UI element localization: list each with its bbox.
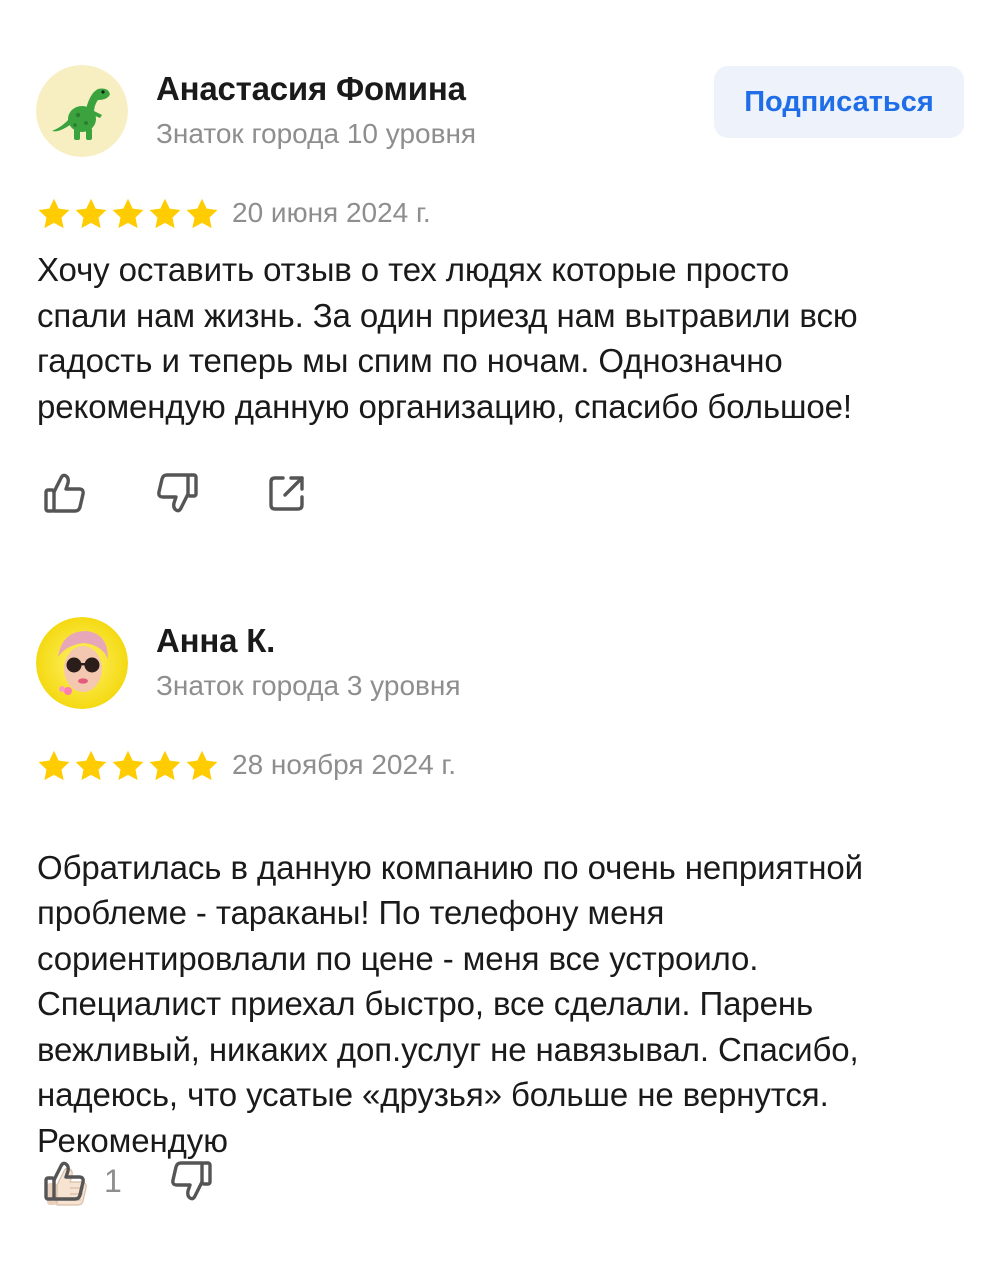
review-text: Обратилась в данную компанию по очень не… (37, 799, 977, 1211)
review-date: 20 июня 2024 г. (232, 197, 431, 228)
like-button[interactable] (40, 468, 90, 518)
share-button[interactable] (262, 468, 312, 518)
author-name[interactable]: Анна К. (156, 622, 275, 660)
author-avatar[interactable] (36, 65, 128, 157)
star-rating (36, 196, 220, 232)
dislike-button[interactable] (152, 468, 202, 518)
dinosaur-avatar (36, 65, 128, 157)
like-button[interactable] (40, 1156, 90, 1206)
star-icon (112, 750, 144, 781)
thumbs-up-icon (44, 1161, 85, 1201)
star-icon (38, 198, 70, 229)
share-icon (269, 476, 304, 511)
star-rating (36, 748, 220, 784)
star-icon (112, 198, 144, 229)
author-level: Знаток города 3 уровня (156, 670, 461, 701)
like-count: 1 (104, 1162, 122, 1199)
author-name[interactable]: Анастасия Фомина (156, 70, 466, 108)
thumbs-down-icon (170, 1161, 212, 1201)
dislike-button[interactable] (166, 1156, 216, 1206)
thumbs-down-icon (157, 473, 198, 513)
star-icon (149, 198, 181, 229)
star-icon (38, 750, 70, 781)
star-icon (149, 750, 181, 781)
review-text-body: Обратилась в данную компанию по очень не… (37, 848, 863, 1159)
review-actions (40, 468, 312, 518)
author-level: Знаток города 10 уровня (156, 118, 477, 149)
review-date: 28 ноября 2024 г. (232, 749, 456, 780)
woman-sunglasses-avatar (36, 617, 128, 709)
review-text: Хочу оставить отзыв о тех людях которые … (37, 251, 858, 425)
thumbs-up-icon (44, 473, 85, 513)
star-icon (186, 750, 218, 781)
star-icon (186, 198, 218, 229)
author-avatar[interactable] (36, 617, 128, 709)
subscribe-button[interactable]: Подписаться (714, 66, 964, 138)
star-icon (75, 198, 107, 229)
review-actions: 1 (40, 1156, 216, 1206)
star-icon (75, 750, 107, 781)
